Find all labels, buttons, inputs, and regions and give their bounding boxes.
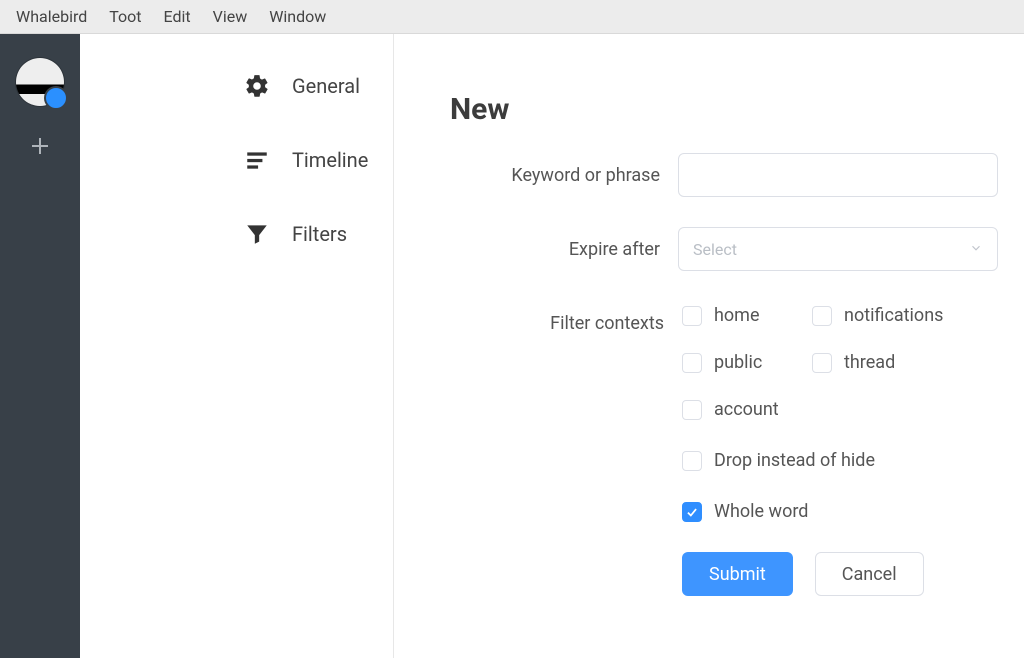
funnel-icon: [244, 221, 270, 247]
context-home[interactable]: home: [682, 305, 812, 326]
menu-view[interactable]: View: [205, 3, 256, 30]
cancel-button[interactable]: Cancel: [815, 552, 924, 596]
page-title: New: [450, 92, 998, 127]
context-notifications[interactable]: notifications: [812, 305, 982, 326]
menu-edit[interactable]: Edit: [156, 3, 199, 30]
context-thread[interactable]: thread: [812, 352, 982, 373]
context-account[interactable]: account: [682, 399, 812, 420]
gear-icon: [244, 73, 270, 99]
context-thread-label: thread: [844, 352, 895, 373]
whole-word-label: Whole word: [714, 501, 808, 522]
whole-word-row[interactable]: Whole word: [682, 501, 998, 522]
checkbox-account[interactable]: [682, 400, 702, 420]
nav-general-label: General: [292, 74, 360, 98]
nav-timeline[interactable]: Timeline: [80, 132, 393, 188]
chevron-down-icon: [969, 240, 983, 259]
menu-toot[interactable]: Toot: [101, 3, 149, 30]
menubar: Whalebird Toot Edit View Window: [0, 0, 1024, 34]
add-account-button[interactable]: [28, 134, 52, 158]
submit-button[interactable]: Submit: [682, 552, 793, 596]
expire-placeholder: Select: [693, 240, 737, 259]
label-keyword: Keyword or phrase: [450, 153, 678, 186]
label-contexts: Filter contexts: [450, 301, 682, 334]
keyword-input[interactable]: [678, 153, 998, 197]
filter-form: New Keyword or phrase Expire after Selec…: [394, 34, 1024, 658]
menu-window[interactable]: Window: [261, 3, 334, 30]
nav-filters[interactable]: Filters: [80, 206, 393, 262]
checkbox-home[interactable]: [682, 306, 702, 326]
account-avatar[interactable]: [16, 58, 64, 106]
settings-nav: General Timeline Filters: [80, 34, 394, 658]
lines-icon: [244, 147, 270, 173]
expire-select[interactable]: Select: [678, 227, 998, 271]
context-public[interactable]: public: [682, 352, 812, 373]
menu-whalebird[interactable]: Whalebird: [8, 3, 95, 30]
checkbox-whole-word[interactable]: [682, 502, 702, 522]
account-rail: [0, 34, 80, 658]
nav-filters-label: Filters: [292, 222, 347, 246]
context-notifications-label: notifications: [844, 305, 943, 326]
label-expire: Expire after: [450, 227, 678, 260]
nav-timeline-label: Timeline: [292, 148, 368, 172]
checkbox-thread[interactable]: [812, 353, 832, 373]
drop-instead-row[interactable]: Drop instead of hide: [682, 450, 998, 471]
checkbox-public[interactable]: [682, 353, 702, 373]
nav-general[interactable]: General: [80, 58, 393, 114]
context-account-label: account: [714, 399, 779, 420]
context-home-label: home: [714, 305, 760, 326]
context-public-label: public: [714, 352, 762, 373]
checkbox-drop[interactable]: [682, 451, 702, 471]
drop-label: Drop instead of hide: [714, 450, 875, 471]
checkbox-notifications[interactable]: [812, 306, 832, 326]
